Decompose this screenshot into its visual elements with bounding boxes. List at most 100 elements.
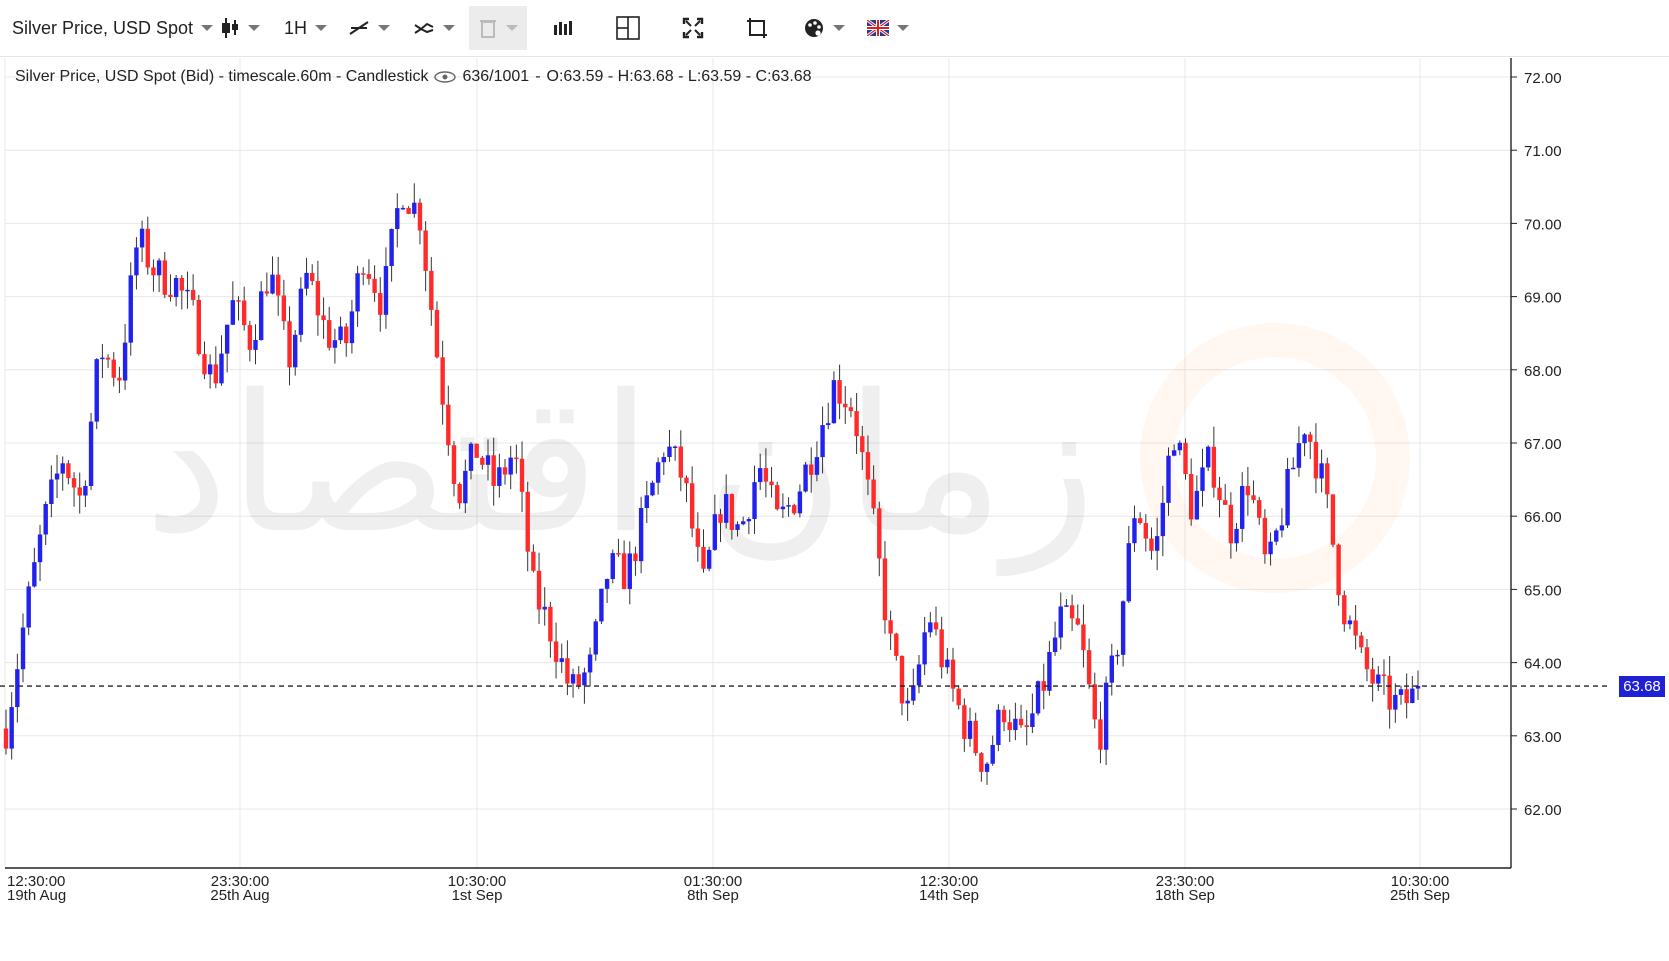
- candle-body: [542, 606, 547, 610]
- candle-body: [1222, 500, 1228, 505]
- candle-body: [54, 473, 60, 480]
- price-chart[interactable]: زمان اقتصاد 72.00 71.00 70.00 69.00 68.00 67.…: [0, 0, 1669, 961]
- separator: -: [535, 68, 541, 85]
- candle-body: [945, 659, 950, 668]
- candle-body: [984, 763, 990, 772]
- candle-body: [1177, 442, 1183, 451]
- candle-body: [241, 300, 247, 326]
- candle-body: [882, 558, 888, 621]
- y-tick-label: 64.00: [1524, 656, 1562, 673]
- candle-body: [593, 621, 598, 655]
- candle-body: [803, 464, 808, 492]
- candle-body: [9, 707, 14, 749]
- candle-body: [37, 534, 43, 563]
- candle-body: [871, 479, 876, 509]
- candle-body: [735, 524, 740, 530]
- candle-body: [179, 277, 184, 291]
- candle-body: [780, 506, 786, 510]
- y-tick-label: 65.00: [1524, 582, 1562, 599]
- candle-body: [202, 354, 207, 375]
- candle-body: [383, 266, 389, 315]
- candle-body: [213, 364, 219, 384]
- candle-body: [831, 380, 837, 424]
- candle-body: [678, 446, 684, 478]
- y-tick-label: 70.00: [1524, 216, 1562, 233]
- candle-body: [553, 641, 559, 662]
- x-tick-date: 19th Aug: [7, 887, 66, 904]
- candle-body: [922, 632, 927, 665]
- candle-body: [310, 272, 315, 282]
- candle-body: [911, 685, 916, 701]
- candle-body: [117, 377, 122, 381]
- candle-body: [1069, 605, 1075, 619]
- candle-body: [531, 551, 536, 571]
- candle-body: [105, 357, 111, 360]
- candle-body: [185, 289, 190, 292]
- candle-body: [349, 311, 355, 344]
- candle-body: [1194, 490, 1200, 520]
- candle-body: [338, 326, 343, 341]
- candle-body: [230, 300, 236, 325]
- candle-body: [1098, 719, 1103, 750]
- candle-body: [758, 468, 763, 483]
- candle-body: [423, 230, 428, 271]
- candle-body: [519, 458, 525, 492]
- candle-body: [1404, 689, 1409, 704]
- candle-body: [253, 340, 258, 350]
- candle-body: [1228, 504, 1234, 544]
- candle-body: [1200, 467, 1205, 491]
- candle-body: [1183, 442, 1188, 475]
- candle-body: [451, 445, 457, 484]
- candle-body: [332, 340, 338, 348]
- candle-body: [826, 423, 831, 426]
- time-axis: 12:30:0019th Aug23:30:0025th Aug10:30:00…: [0, 867, 1669, 961]
- candle-body: [1319, 463, 1324, 479]
- candle-body: [1217, 487, 1222, 501]
- eye-icon[interactable]: [434, 70, 457, 84]
- candle-body: [514, 457, 519, 460]
- candle-body: [162, 260, 167, 295]
- candle-body: [837, 380, 842, 404]
- candle-body: [797, 491, 803, 514]
- candle-body: [1393, 694, 1398, 710]
- y-tick-label: 68.00: [1524, 363, 1562, 380]
- candle-body: [1376, 674, 1381, 684]
- candle-body: [1325, 463, 1330, 495]
- candle-body: [1086, 650, 1092, 685]
- candle-body: [627, 553, 632, 589]
- candle-body: [88, 421, 94, 486]
- candle-body: [60, 463, 65, 474]
- candle-body: [440, 357, 445, 405]
- candle-body: [695, 528, 701, 547]
- candle-body: [706, 549, 712, 569]
- candle-body: [429, 270, 434, 310]
- candle-body: [956, 688, 961, 706]
- candle-body: [480, 457, 485, 465]
- candle-body: [1132, 518, 1137, 544]
- candle-body: [270, 274, 275, 294]
- candle-body: [1353, 620, 1358, 636]
- candle-body: [3, 728, 9, 749]
- candle-body: [667, 446, 672, 457]
- candle-body: [20, 627, 26, 670]
- candle-body: [412, 202, 417, 214]
- candle-body: [701, 546, 706, 569]
- candle-body: [400, 207, 406, 210]
- candle-body: [275, 274, 281, 296]
- candle-body: [996, 709, 1001, 745]
- candle-body: [1047, 652, 1052, 691]
- candle-body: [1058, 606, 1063, 638]
- candle-body: [100, 357, 105, 360]
- candle-body: [1262, 517, 1268, 555]
- x-tick-date: 14th Sep: [919, 887, 979, 904]
- candle-body: [207, 364, 213, 375]
- candle-body: [355, 273, 360, 312]
- candle-body: [973, 720, 978, 754]
- candle-body: [565, 658, 570, 684]
- candle-body: [128, 275, 133, 343]
- candle-body: [644, 495, 649, 509]
- candle-body: [1410, 688, 1415, 704]
- candle-body: [1052, 637, 1058, 653]
- x-tick-date: 1st Sep: [452, 887, 503, 904]
- candle-body: [497, 467, 502, 486]
